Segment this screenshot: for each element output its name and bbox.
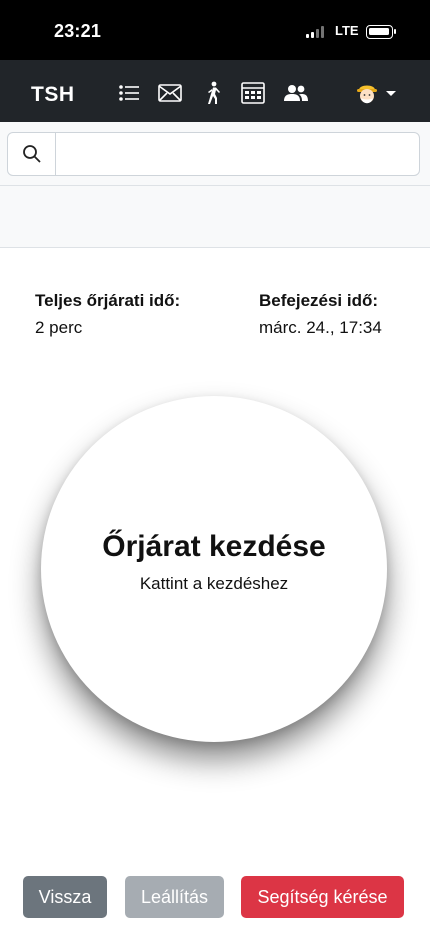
start-patrol-subtitle: Kattint a kezdéshez — [139, 574, 289, 593]
search-bar — [0, 122, 430, 186]
start-patrol-title: Őrjárat kezdése — [102, 530, 326, 563]
end-time-block: Befejezési idő: márc. 24., 17:34 — [259, 290, 382, 341]
back-button[interactable]: Vissza — [23, 876, 107, 918]
people-icon[interactable] — [283, 82, 309, 104]
total-time-label: Teljes őrjárati idő: — [35, 291, 181, 310]
envelope-icon[interactable] — [157, 82, 183, 104]
search-button[interactable] — [8, 133, 56, 175]
search-group — [7, 132, 420, 176]
status-bar: 23:21 LTE — [0, 0, 430, 60]
user-menu[interactable] — [354, 80, 400, 106]
secondary-toolbar — [0, 186, 430, 248]
walking-person-icon[interactable] — [200, 81, 226, 104]
help-request-button[interactable]: Segítség kérése — [241, 876, 404, 918]
end-time-label: Befejezési idő: — [259, 291, 379, 310]
end-time-value: márc. 24., 17:34 — [259, 318, 382, 337]
start-patrol-button[interactable]: Őrjárat kezdése Kattint a kezdéshez — [41, 396, 387, 742]
brand-title[interactable]: TSH — [31, 83, 75, 107]
status-time: 23:21 — [54, 21, 102, 41]
avatar-icon — [357, 85, 377, 104]
top-navbar: TSH — [0, 60, 430, 122]
stop-button[interactable]: Leállítás — [125, 876, 224, 918]
search-input[interactable] — [56, 133, 419, 175]
list-icon[interactable] — [116, 82, 142, 104]
network-label: LTE — [335, 23, 359, 38]
battery-icon — [366, 25, 396, 39]
total-time-block: Teljes őrjárati idő: 2 perc — [35, 290, 180, 341]
calculator-icon[interactable] — [240, 82, 266, 104]
total-time-value: 2 perc — [35, 318, 83, 337]
signal-icon — [306, 26, 328, 38]
search-icon — [22, 145, 41, 163]
chevron-down-icon — [386, 90, 396, 96]
